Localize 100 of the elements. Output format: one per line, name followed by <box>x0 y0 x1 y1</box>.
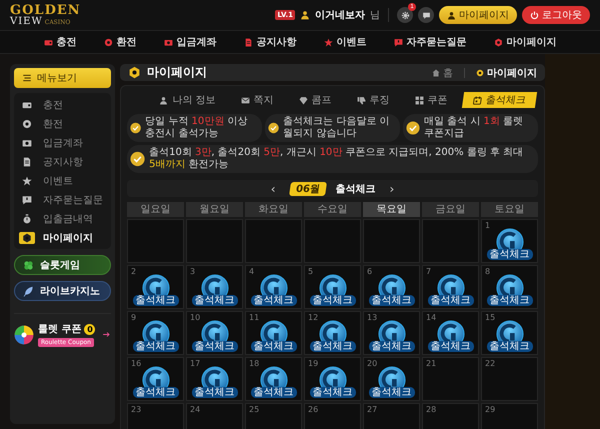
day-number: 24 <box>190 405 200 414</box>
next-month-button[interactable]: › <box>385 182 398 196</box>
speech-bubble-icon <box>22 194 32 204</box>
weekday-header: 금요일 <box>422 202 479 217</box>
day-number: 27 <box>367 405 378 414</box>
day-number: 1 <box>485 221 490 230</box>
nav-link[interactable]: 이벤트 <box>324 35 366 49</box>
day-cell[interactable]: 2 출석체크 <box>127 265 184 309</box>
day-number: 18 <box>249 359 260 368</box>
my-page-button[interactable]: 마이페이지 <box>439 6 517 24</box>
tab[interactable]: 쿠폰 <box>404 92 458 108</box>
day-cell[interactable]: 11 출석체크 <box>245 311 302 355</box>
day-number: 22 <box>485 359 496 368</box>
day-cell[interactable]: 20 출석체크 <box>363 357 420 401</box>
empty-day-cell <box>245 219 302 263</box>
nav-link[interactable]: 충전 <box>44 35 76 49</box>
day-cell[interactable]: 12 출석체크 <box>304 311 361 355</box>
day-cell[interactable]: 24 <box>186 403 243 429</box>
day-cell[interactable]: 4 출석체크 <box>245 265 302 309</box>
arrow-icon <box>102 330 111 339</box>
sidebar-item[interactable]: 입금계좌 <box>14 133 111 152</box>
user-icon <box>300 10 310 20</box>
check-icon <box>406 119 420 137</box>
day-cell[interactable]: 23 <box>127 403 184 429</box>
thumbs-down-icon <box>356 96 366 104</box>
day-cell[interactable]: 1 출석체크 <box>481 219 538 263</box>
day-cell[interactable]: 26 <box>304 403 361 429</box>
day-cell[interactable]: 25 <box>245 403 302 429</box>
day-number: 8 <box>485 267 490 276</box>
day-cell[interactable]: 9 출석체크 <box>127 311 184 355</box>
coupon-count-badge: 0 <box>84 324 96 334</box>
chat-icon <box>422 10 430 20</box>
empty-day-cell <box>422 219 479 263</box>
attendance-stamp-label: 출석체크 <box>310 387 356 398</box>
day-cell[interactable]: 10 출석체크 <box>186 311 243 355</box>
day-cell[interactable]: 16 출석체크 <box>127 357 184 401</box>
sidebar-item[interactable]: 자주묻는질문 <box>14 190 111 209</box>
day-number: 20 <box>367 359 378 368</box>
previous-month-button[interactable]: ‹ <box>266 182 280 196</box>
logout-button[interactable]: 로그아웃 <box>522 6 590 24</box>
tab[interactable]: 콤프 <box>288 92 342 108</box>
nav-link[interactable]: 마이페이지 <box>494 35 556 49</box>
day-cell[interactable]: 13 출석체크 <box>363 311 420 355</box>
calendar-title: 출석체크 <box>335 182 376 196</box>
tab[interactable]: 출석체크 <box>461 92 537 108</box>
sidebar-item[interactable]: 충전 <box>14 95 111 114</box>
attendance-stamp-label: 출석체크 <box>250 387 296 398</box>
day-cell[interactable]: 7 출석체크 <box>422 265 479 309</box>
sidebar-item[interactable]: 공지사항 <box>14 152 111 171</box>
tab[interactable]: 쪽지 <box>230 92 284 108</box>
nav-link[interactable]: 환전 <box>104 35 136 49</box>
day-number: 2 <box>131 267 136 276</box>
sidebar-item[interactable]: 마이페이지 <box>14 228 111 247</box>
nav-link[interactable]: 입금계좌 <box>164 35 216 49</box>
day-cell[interactable]: 5 출석체크 <box>304 265 361 309</box>
card-icon <box>44 38 52 46</box>
day-cell[interactable]: 22 <box>481 357 538 401</box>
day-cell[interactable]: 17 출석체크 <box>186 357 243 401</box>
day-number: 23 <box>131 405 142 414</box>
day-cell[interactable]: 14 출석체크 <box>422 311 479 355</box>
tab[interactable]: 나의 정보 <box>149 92 226 108</box>
day-number: 21 <box>426 359 436 368</box>
menu-button[interactable]: 메뉴보기 <box>14 68 111 88</box>
breadcrumb-link[interactable]: 홈 <box>432 66 453 80</box>
attendance-stamp-label: 출석체크 <box>132 295 178 306</box>
day-cell[interactable]: 29 <box>481 403 538 429</box>
live-casino-button[interactable]: 라이브카지노 <box>14 281 111 301</box>
attendance-stamp-label: 출석체크 <box>192 295 238 306</box>
month-badge: 06월 <box>288 182 326 196</box>
day-cell[interactable]: 15 출석체크 <box>481 311 538 355</box>
tab[interactable]: 루징 <box>346 92 400 108</box>
day-cell[interactable]: 8 출석체크 <box>481 265 538 309</box>
day-number: 3 <box>190 267 196 276</box>
notice-text: 매일 출석 시 1회 룰렛쿠폰지급 <box>424 116 524 140</box>
message-button[interactable] <box>418 7 434 23</box>
day-cell[interactable]: 3 출석체크 <box>186 265 243 309</box>
nav-link[interactable]: 공지사항 <box>244 35 296 49</box>
breadcrumb-current: 마이페이지 <box>476 66 537 80</box>
day-cell[interactable]: 28 <box>422 403 479 429</box>
day-cell[interactable]: 18 출석체크 <box>245 357 302 401</box>
attendance-stamp-label: 출석체크 <box>132 387 178 398</box>
sidebar-item[interactable]: 입출금내역 <box>14 209 111 228</box>
empty-day-cell <box>304 219 361 263</box>
slot-game-button[interactable]: 슬롯게임 <box>14 255 111 275</box>
day-cell[interactable]: 6 출석체크 <box>363 265 420 309</box>
nav-link[interactable]: 자주묻는질문 <box>394 35 466 49</box>
day-cell[interactable]: 27 <box>363 403 420 429</box>
banknote-icon <box>22 138 32 148</box>
sidebar-item[interactable]: 환전 <box>14 114 111 133</box>
weekday-header: 수요일 <box>304 202 361 217</box>
username: 이거네보자 <box>315 9 365 22</box>
stopwatch-icon <box>22 214 32 224</box>
day-cell[interactable]: 21 <box>422 357 479 401</box>
day-cell[interactable]: 19 출석체크 <box>304 357 361 401</box>
notice-text: 당일 누적 10만원 이상 충전시 출석가능 <box>145 116 248 140</box>
sidebar-item[interactable]: 이벤트 <box>14 171 111 190</box>
weekday-header: 일요일 <box>127 202 184 217</box>
menu-icon <box>22 73 32 83</box>
empty-day-cell <box>186 219 243 263</box>
document-icon <box>244 38 252 46</box>
